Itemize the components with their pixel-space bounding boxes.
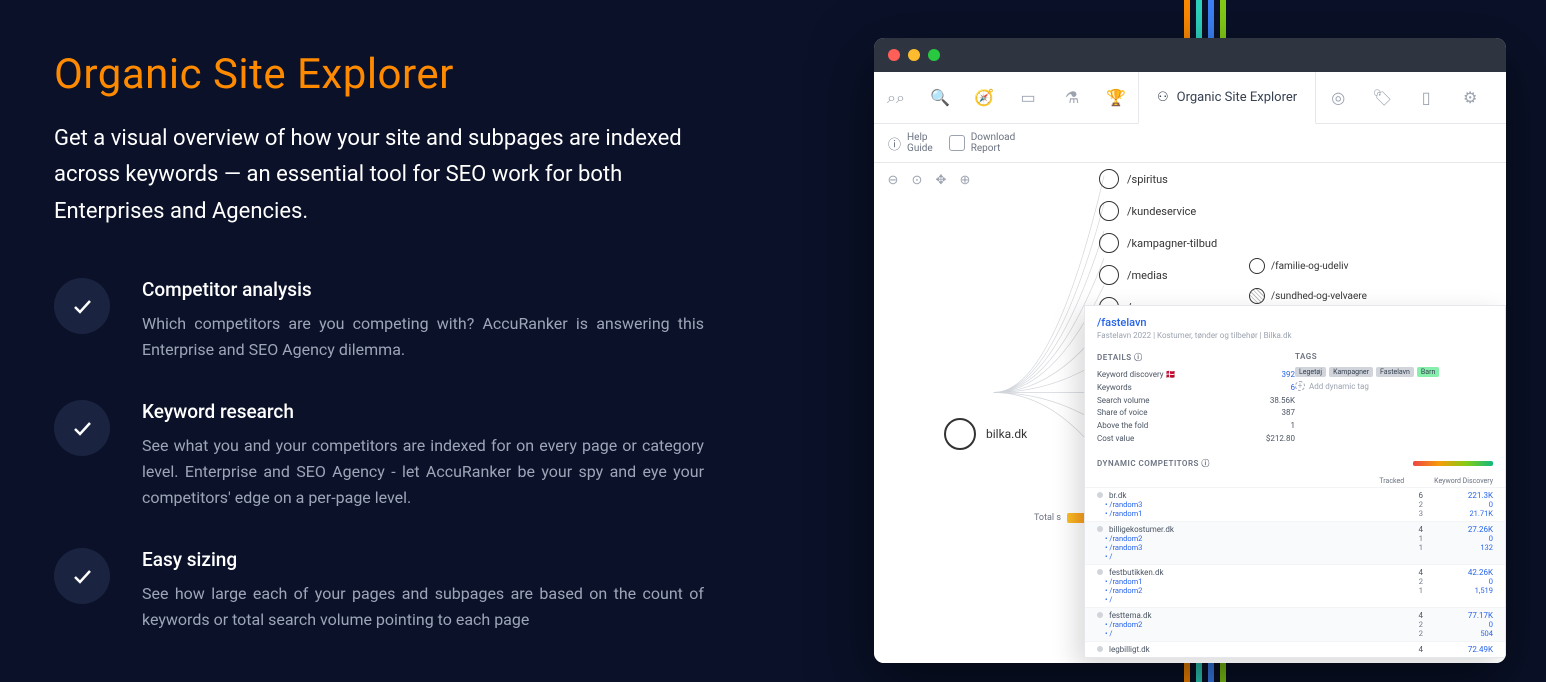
tree-node[interactable]: /kampagner-tilbud <box>1099 227 1217 259</box>
tab-organic-site-explorer[interactable]: ⚇ Organic Site Explorer <box>1138 72 1316 124</box>
competitor-group[interactable]: billigekostumer.dk427.26K• /random210• /… <box>1085 521 1505 564</box>
trophy-icon[interactable]: 🏆 <box>1094 72 1138 123</box>
target-icon[interactable]: ◎ <box>1316 72 1360 123</box>
detail-row: Share of voice387 <box>1097 407 1295 420</box>
feature-title: Keyword research <box>142 400 704 423</box>
tag-pill[interactable]: Kampagner <box>1329 367 1373 377</box>
node-circle-icon <box>1249 258 1265 274</box>
node-circle-icon <box>1099 233 1119 253</box>
help-guide-button[interactable]: ⓘ HelpGuide <box>888 132 933 154</box>
node-label: /medias <box>1127 269 1168 282</box>
node-circle-icon <box>1099 201 1119 221</box>
feature-desc: See what you and your competitors are in… <box>142 433 704 512</box>
node-label: /kundeservice <box>1127 205 1196 218</box>
plus-icon: + <box>1295 381 1305 391</box>
competitor-group[interactable]: legbilligt.dk472.49K <box>1085 641 1505 657</box>
detail-row: Keyword discovery 🇩🇰392 <box>1097 369 1295 382</box>
maximize-icon[interactable] <box>928 49 940 61</box>
tag-icon[interactable]: 🏷 <box>1360 72 1404 123</box>
clipboard-icon[interactable]: ▯ <box>1404 72 1448 123</box>
detail-row: Search volume38.56K <box>1097 395 1295 408</box>
node-label: /kampagner-tilbud <box>1127 237 1217 250</box>
gear-icon[interactable]: ⚙ <box>1448 72 1492 123</box>
detail-row: Keywords6 <box>1097 382 1295 395</box>
panel-subtitle: Fastelavn 2022 | Kostumer, tønder og til… <box>1097 331 1493 340</box>
tab-bar: ⌕⌕ 🔍 🧭 ▭ ⚗ 🏆 ⚇ Organic Site Explorer ◎ 🏷… <box>874 72 1506 124</box>
window-titlebar <box>874 38 1506 72</box>
detail-panel: /fastelavn Fastelavn 2022 | Kostumer, tø… <box>1084 305 1506 658</box>
info-icon: ⓘ <box>888 134 901 153</box>
node-circle-icon <box>1099 169 1119 189</box>
close-icon[interactable] <box>888 49 900 61</box>
feature-easy-sizing: Easy sizing See how large each of your p… <box>54 548 704 634</box>
feature-keyword-research: Keyword research See what you and your c… <box>54 400 704 512</box>
pan-icon[interactable]: ✥ <box>932 171 950 189</box>
feature-title: Competitor analysis <box>142 278 704 301</box>
tags-header: TAGS <box>1295 352 1493 361</box>
feature-title: Easy sizing <box>142 548 704 571</box>
competitors-list: br.dk6221.3K• /random320• /random1321.71… <box>1085 487 1505 657</box>
zoom-out-icon[interactable]: ⊖ <box>884 171 902 189</box>
node-label: /familie-og-udeliv <box>1271 261 1348 272</box>
app-window: ⌕⌕ 🔍 🧭 ▭ ⚗ 🏆 ⚇ Organic Site Explorer ◎ 🏷… <box>874 38 1506 663</box>
flask-icon[interactable]: ⚗ <box>1050 72 1094 123</box>
panel-breadcrumb[interactable]: /fastelavn <box>1097 316 1493 329</box>
binoculars-icon[interactable]: ⌕⌕ <box>874 72 918 123</box>
compass-icon[interactable]: 🧭 <box>962 72 1006 123</box>
node-label: /sundhed-og-velvaere <box>1271 291 1367 302</box>
zoom-reset-icon[interactable]: ⊙ <box>908 171 926 189</box>
competitor-group[interactable]: festtema.dk477.17K• /random220• /2504 <box>1085 607 1505 641</box>
page-subtitle: Get a visual overview of how your site a… <box>54 121 704 230</box>
explorer-canvas[interactable]: ⊖ ⊙ ✥ ⊕ bilka.dk /spiritus/kundeservice/… <box>874 163 1506 663</box>
tag-pill[interactable]: Fastelavn <box>1376 367 1414 377</box>
zoom-in-icon[interactable]: ⊕ <box>956 171 974 189</box>
check-icon <box>54 548 110 604</box>
root-node[interactable]: bilka.dk <box>944 418 1027 450</box>
tree-node[interactable]: /spiritus <box>1099 163 1217 195</box>
detail-row: Cost value$212.80 <box>1097 433 1295 446</box>
competitor-group[interactable]: festbutikken.dk442.26K• /random120• /ran… <box>1085 564 1505 607</box>
tree-node[interactable]: /medias <box>1099 259 1217 291</box>
tree-node[interactable]: /familie-og-udeliv <box>1249 251 1367 281</box>
total-label: Total s <box>1034 513 1061 523</box>
tag-pill[interactable]: Legetøj <box>1295 367 1326 377</box>
check-icon <box>54 400 110 456</box>
details-header: DETAILS ⓘ <box>1097 352 1295 363</box>
detail-row: Above the fold1 <box>1097 420 1295 433</box>
download-report-button[interactable]: DownloadReport <box>949 132 1016 154</box>
tag-pill[interactable]: Barn <box>1417 367 1439 377</box>
tags-list: LegetøjKampagnerFastelavnBarn <box>1295 367 1493 377</box>
toolbar: ⓘ HelpGuide DownloadReport <box>874 124 1506 163</box>
check-icon <box>54 278 110 334</box>
score-gradient-icon <box>1413 461 1493 466</box>
feature-desc: Which competitors are you competing with… <box>142 311 704 364</box>
child-nodes: /spiritus/kundeservice/kampagner-tilbud /… <box>1099 163 1217 323</box>
dynamic-competitors-header: DYNAMIC COMPETITORS ⓘ <box>1097 458 1210 469</box>
competitor-group[interactable]: br.dk6221.3K• /random320• /random1321.71… <box>1085 487 1505 521</box>
node-label: bilka.dk <box>986 427 1027 441</box>
node-circle-icon <box>1099 265 1119 285</box>
minimize-icon[interactable] <box>908 49 920 61</box>
calendar-icon[interactable]: ▭ <box>1006 72 1050 123</box>
zoom-controls: ⊖ ⊙ ✥ ⊕ <box>884 171 974 189</box>
add-dynamic-tag-button[interactable]: + Add dynamic tag <box>1295 381 1493 391</box>
competitors-table-header: Tracked Keyword Discovery <box>1085 475 1505 487</box>
sub-nodes: /familie-og-udeliv/sundhed-og-velvaere <box>1249 251 1367 311</box>
feature-desc: See how large each of your pages and sub… <box>142 581 704 634</box>
tab-label: Organic Site Explorer <box>1177 90 1298 105</box>
download-icon <box>949 135 965 151</box>
search-icon[interactable]: 🔍 <box>918 72 962 123</box>
page-title: Organic Site Explorer <box>54 50 704 99</box>
node-circle-icon <box>944 418 976 450</box>
feature-competitor-analysis: Competitor analysis Which competitors ar… <box>54 278 704 364</box>
node-circle-icon <box>1249 288 1265 304</box>
tree-node[interactable]: /kundeservice <box>1099 195 1217 227</box>
node-label: /spiritus <box>1127 173 1168 186</box>
sitemap-icon: ⚇ <box>1157 90 1169 105</box>
